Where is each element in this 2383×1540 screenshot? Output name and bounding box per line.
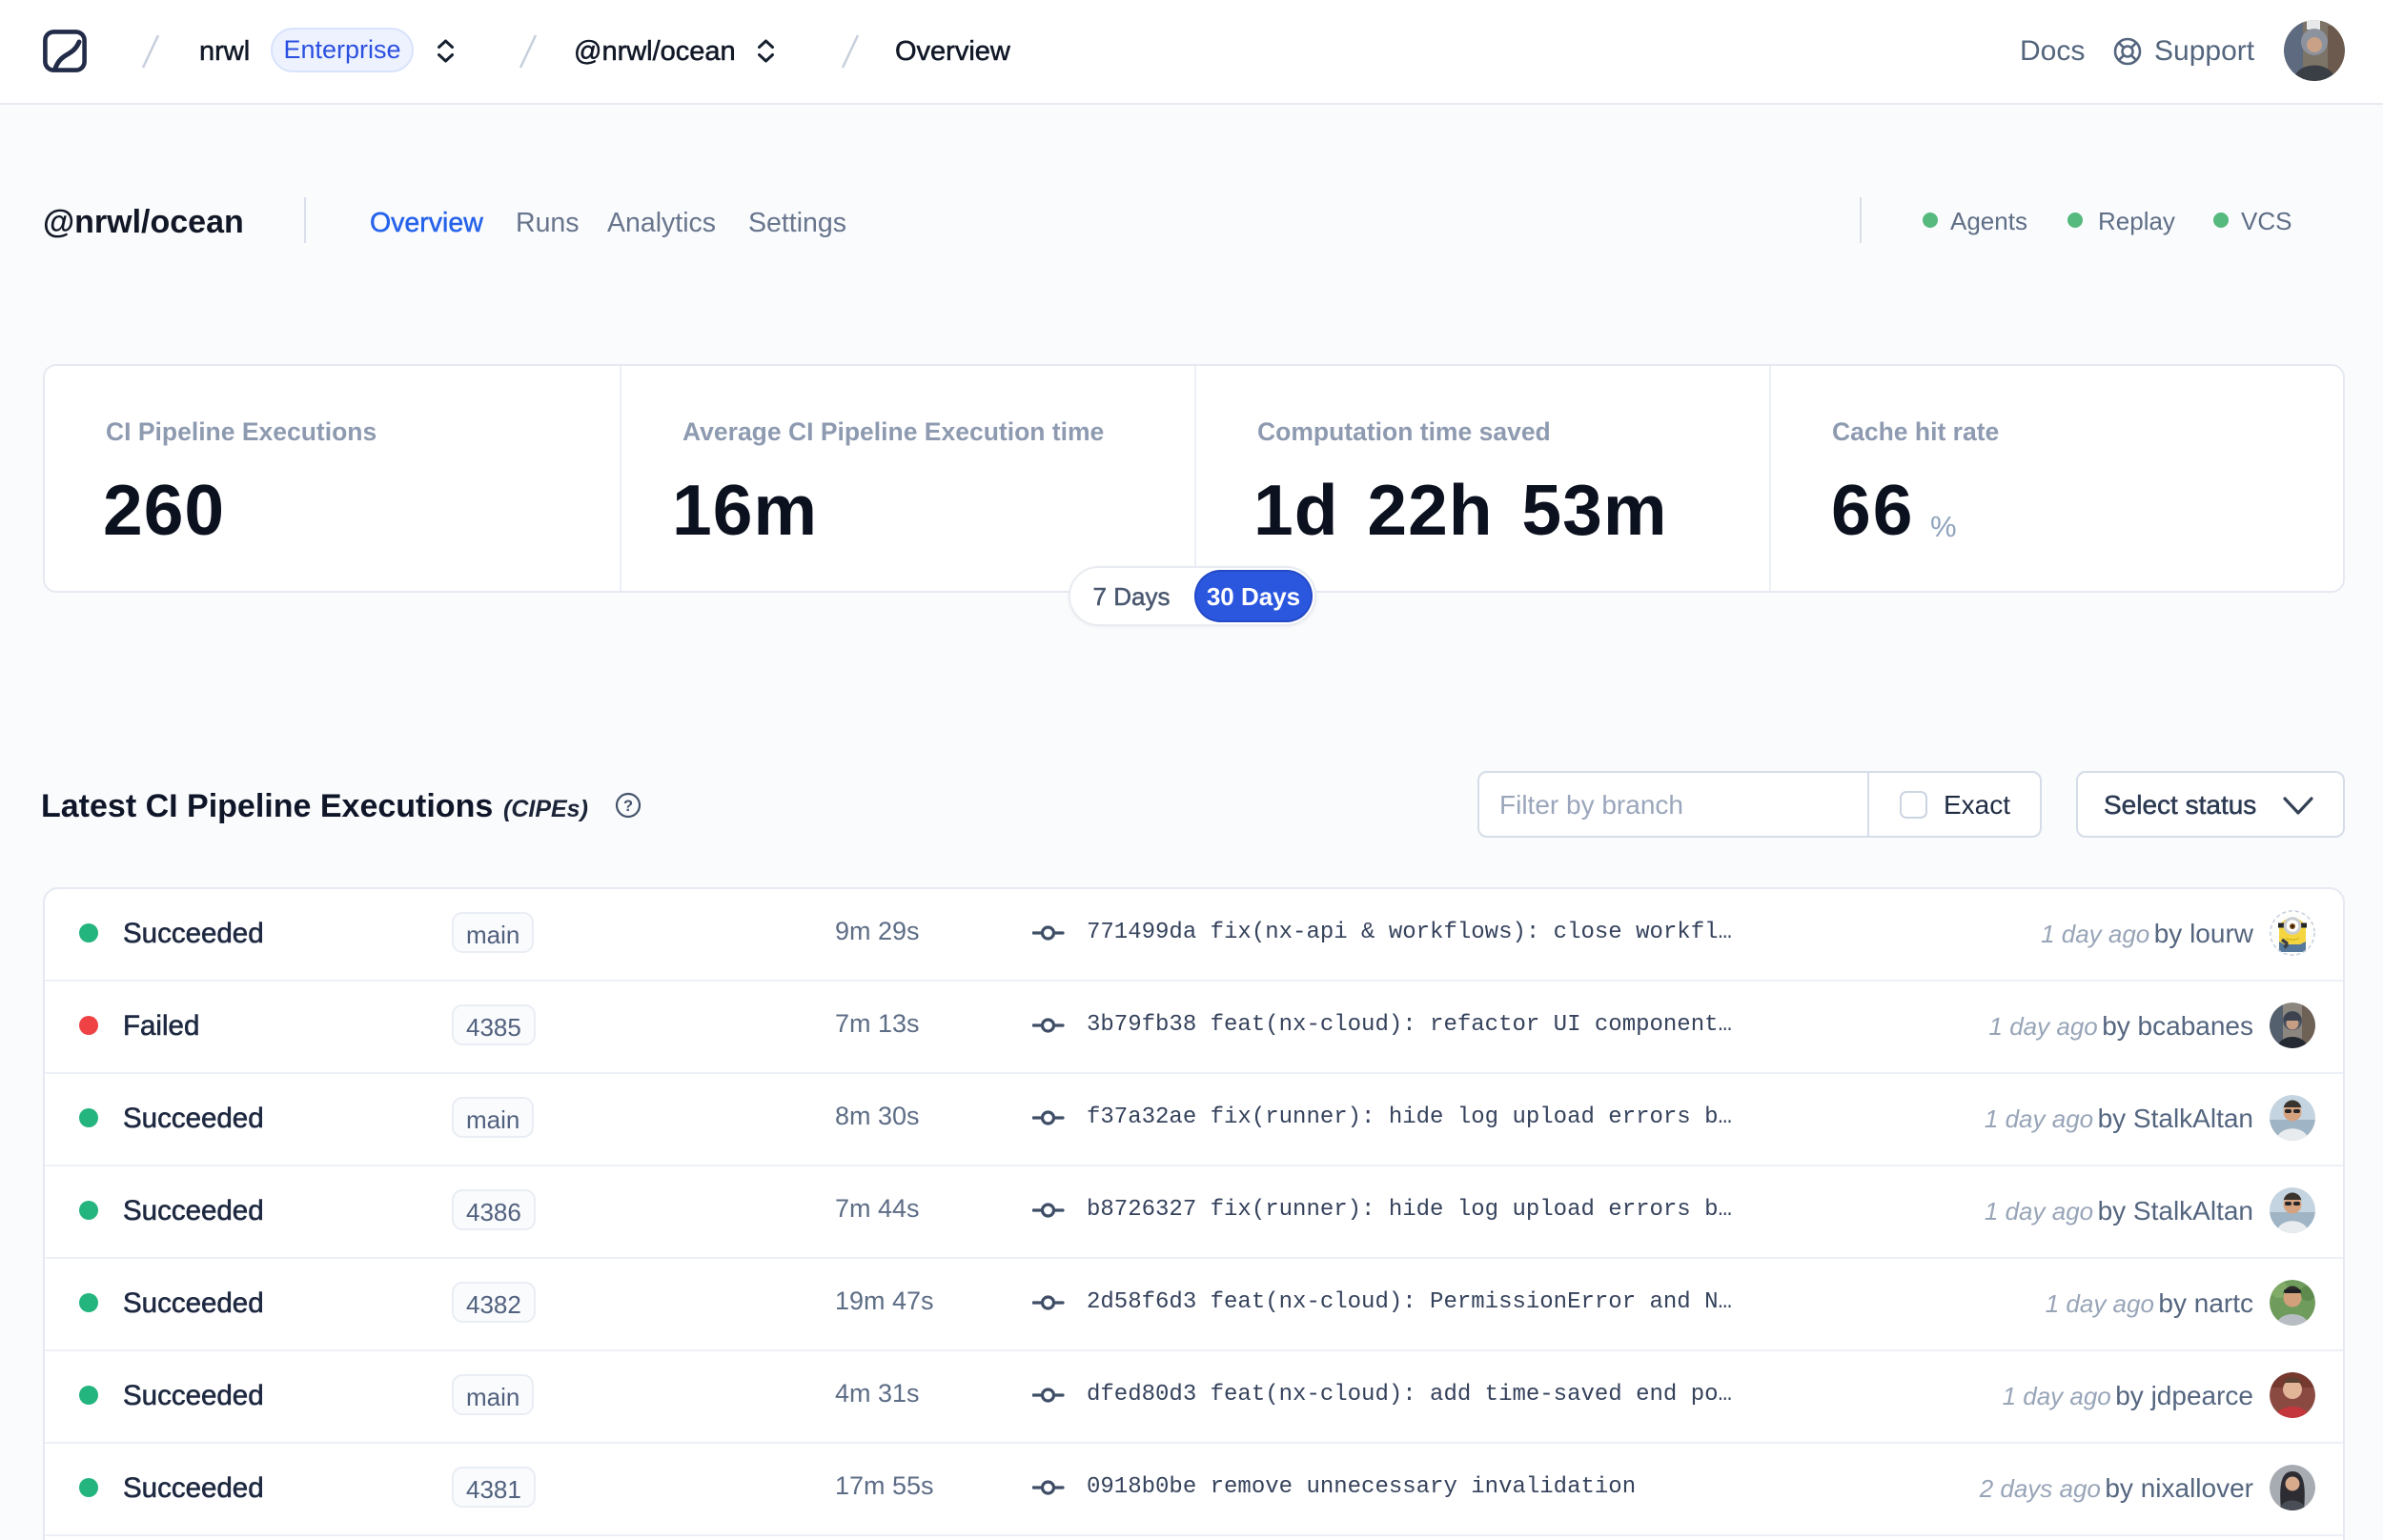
svg-text:?: ? [623, 798, 633, 815]
